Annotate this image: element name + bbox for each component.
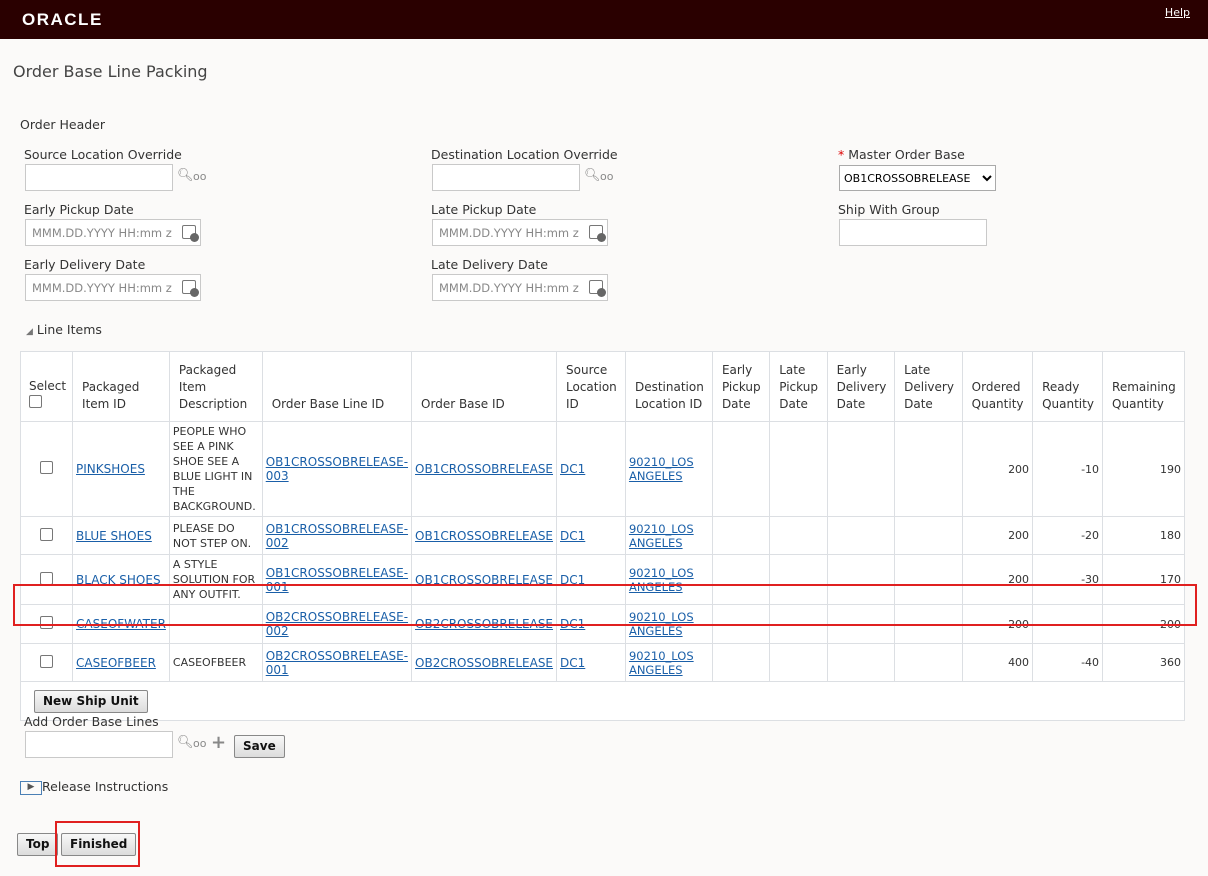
item-description: PEOPLE WHO SEE A PINK SHOE SEE A BLUE LI… <box>168 421 263 517</box>
top-button[interactable]: Top <box>17 833 59 856</box>
top-bar: ORACLE Help <box>0 0 1208 39</box>
add-order-base-lines-input[interactable] <box>25 731 173 758</box>
oracle-logo: ORACLE <box>22 10 103 29</box>
order-base-link[interactable]: OB2CROSSOBRELEASE <box>415 656 553 670</box>
search-icon[interactable]: 🔍︎ <box>177 168 194 183</box>
highlight-box <box>55 821 140 867</box>
master-order-base-select[interactable]: OB1CROSSOBRELEASE <box>839 165 996 191</box>
column-header: Late Pickup Date <box>769 351 828 422</box>
order-base-link[interactable]: OB1CROSSOBRELEASE <box>415 529 553 543</box>
highlight-box <box>13 584 1197 626</box>
row-checkbox[interactable] <box>40 654 54 668</box>
select-all-checkbox[interactable] <box>29 395 42 408</box>
column-header: Select <box>19 351 74 422</box>
calendar-icon[interactable] <box>589 225 606 242</box>
calendar-icon[interactable] <box>182 225 199 242</box>
expand-triangle-icon: ▶ <box>20 780 42 795</box>
ship-with-group-label: Ship With Group <box>838 202 940 217</box>
column-header: Early Delivery Date <box>826 351 896 422</box>
column-header: Ordered Quantity <box>961 351 1034 422</box>
column-header: Early Pickup Date <box>711 351 771 422</box>
row-checkbox[interactable] <box>40 527 54 541</box>
column-header: Ready Quantity <box>1032 351 1104 422</box>
save-button[interactable]: Save <box>234 735 285 758</box>
early-delivery-input[interactable]: MMM.DD.YYYY HH:mm z <box>25 274 201 301</box>
late-delivery-input[interactable]: MMM.DD.YYYY HH:mm z <box>432 274 608 301</box>
order-base-line-link[interactable]: OB1CROSSOBRELEASE-003 <box>266 455 408 483</box>
row-checkbox[interactable] <box>40 461 54 474</box>
ready-quantity: -10 <box>1032 421 1104 517</box>
column-header: Order Base Line ID <box>261 351 413 422</box>
item-description: PLEASE DO NOT STEP ON. <box>168 516 263 555</box>
ordered-quantity: 200 <box>961 516 1034 555</box>
line-items-toggle[interactable]: ◢ Line Items <box>26 322 102 337</box>
destination-location-link[interactable]: 90210_LOS ANGELES <box>629 455 694 483</box>
item-description: CASEOFBEER <box>168 643 263 682</box>
column-header: Remaining Quantity <box>1102 351 1185 422</box>
table-row: PINKSHOES PEOPLE WHO SEE A PINK SHOE SEE… <box>19 421 1185 517</box>
table-row: BLUE SHOES PLEASE DO NOT STEP ON. OB1CRO… <box>19 516 1185 555</box>
early-pickup-input[interactable]: MMM.DD.YYYY HH:mm z <box>25 219 201 246</box>
column-header: Packaged Item ID <box>72 351 170 422</box>
source-location-link[interactable]: DC1 <box>560 462 585 476</box>
remaining-quantity: 180 <box>1102 516 1185 555</box>
source-location-link[interactable]: DC1 <box>560 656 585 670</box>
late-pickup-input[interactable]: MMM.DD.YYYY HH:mm z <box>432 219 608 246</box>
collapse-triangle-icon: ◢ <box>26 327 33 337</box>
order-base-line-link[interactable]: OB2CROSSOBRELEASE-001 <box>266 649 408 677</box>
column-header: Destination Location ID <box>624 351 713 422</box>
glasses-icon[interactable]: oo <box>600 170 613 183</box>
page-title: Order Base Line Packing <box>13 62 208 81</box>
source-location-label: Source Location Override <box>24 147 182 162</box>
ordered-quantity: 200 <box>961 421 1034 517</box>
plus-icon[interactable]: + <box>211 732 226 753</box>
ordered-quantity: 400 <box>961 643 1034 682</box>
destination-location-link[interactable]: 90210_LOS ANGELES <box>629 649 694 677</box>
ship-with-group-input[interactable] <box>839 219 987 246</box>
order-header-title: Order Header <box>20 117 106 132</box>
remaining-quantity: 360 <box>1102 643 1185 682</box>
master-order-base-label: * Master Order Base <box>838 147 965 162</box>
add-order-base-lines-label: Add Order Base Lines <box>24 714 159 729</box>
column-header: Late Delivery Date <box>894 351 963 422</box>
late-delivery-label: Late Delivery Date <box>431 257 548 272</box>
column-header: Source Location ID <box>556 351 626 422</box>
search-icon[interactable]: 🔍︎ <box>584 168 601 183</box>
source-location-link[interactable]: DC1 <box>560 529 585 543</box>
destination-location-link[interactable]: 90210_LOS ANGELES <box>629 522 694 550</box>
row-checkbox[interactable] <box>40 571 54 585</box>
destination-location-input[interactable] <box>432 164 580 191</box>
order-base-link[interactable]: OB1CROSSOBRELEASE <box>415 462 553 476</box>
search-icon[interactable]: 🔍︎ <box>177 735 194 750</box>
packaged-item-link[interactable]: PINKSHOES <box>76 462 145 476</box>
release-instructions-toggle[interactable]: ▶ Release Instructions <box>20 779 168 795</box>
ready-quantity: -20 <box>1032 516 1104 555</box>
glasses-icon[interactable]: oo <box>193 170 206 183</box>
destination-location-label: Destination Location Override <box>431 147 618 162</box>
new-ship-unit-button[interactable]: New Ship Unit <box>34 690 148 713</box>
column-header: Packaged Item Description <box>168 351 263 422</box>
source-location-input[interactable] <box>25 164 173 191</box>
help-link[interactable]: Help <box>1165 6 1190 19</box>
early-pickup-label: Early Pickup Date <box>24 202 134 217</box>
table-row: CASEOFBEER CASEOFBEER OB2CROSSOBRELEASE-… <box>19 643 1185 682</box>
calendar-icon[interactable] <box>589 280 606 297</box>
late-pickup-label: Late Pickup Date <box>431 202 537 217</box>
line-items-table: Select Packaged Item ID Packaged Item Desc… <box>19 351 1185 721</box>
order-base-line-link[interactable]: OB1CROSSOBRELEASE-002 <box>266 522 408 550</box>
glasses-icon[interactable]: oo <box>193 737 206 750</box>
column-header: Order Base ID <box>411 351 558 422</box>
packaged-item-link[interactable]: CASEOFBEER <box>76 656 156 670</box>
ready-quantity: -40 <box>1032 643 1104 682</box>
early-delivery-label: Early Delivery Date <box>24 257 146 272</box>
packaged-item-link[interactable]: BLUE SHOES <box>76 529 152 543</box>
remaining-quantity: 190 <box>1102 421 1185 517</box>
calendar-icon[interactable] <box>182 280 199 297</box>
